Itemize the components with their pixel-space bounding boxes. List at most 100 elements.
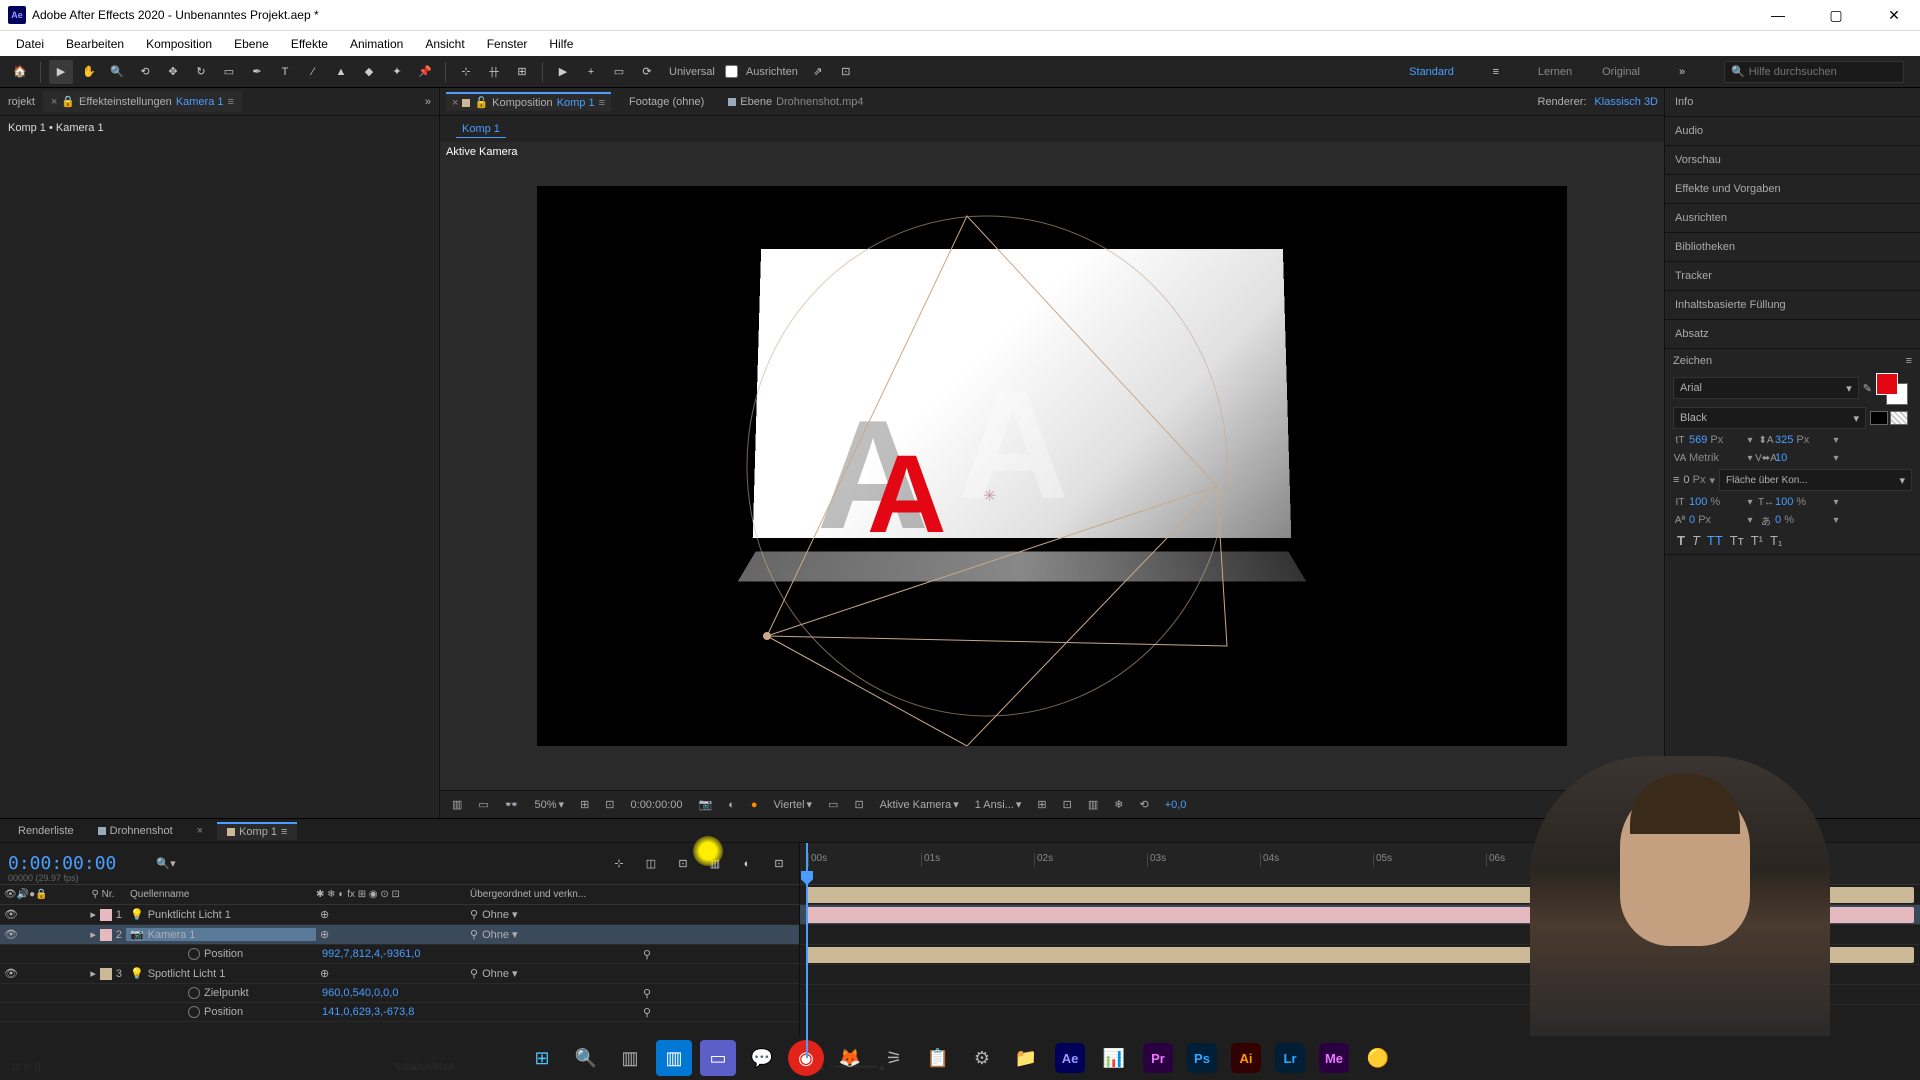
panel-effekte-und-vorgaben[interactable]: Effekte und Vorgaben (1675, 183, 1910, 195)
ai-icon[interactable]: Ai (1228, 1040, 1264, 1076)
orbit-tool[interactable]: ⟲ (133, 60, 157, 84)
kerning-value[interactable]: Metrik (1689, 452, 1741, 464)
help-search[interactable]: 🔍 (1724, 61, 1904, 83)
ruler-tick[interactable]: 00s (808, 853, 827, 867)
pr-icon[interactable]: Pr (1140, 1040, 1176, 1076)
snap-to-icon[interactable]: ⊡ (834, 60, 858, 84)
app-icon[interactable]: 📋 (920, 1040, 956, 1076)
font-style[interactable]: Black▾ (1673, 407, 1866, 429)
menu-datei[interactable]: Datei (8, 35, 52, 53)
brush-tool[interactable]: ⁄ (301, 60, 325, 84)
comp-tab[interactable]: × 🔓 Komposition Komp 1 ≡ (446, 92, 611, 111)
menu-hilfe[interactable]: Hilfe (541, 35, 581, 53)
view-axis-icon[interactable]: ⊞ (510, 60, 534, 84)
panel-ausrichten[interactable]: Ausrichten (1675, 212, 1910, 224)
home-icon[interactable]: 🏠 (8, 60, 32, 84)
snapshot-icon[interactable]: 📷 (695, 798, 717, 811)
switch-normal[interactable]: ⊕ (320, 909, 329, 921)
app-icon[interactable]: ⚞ (876, 1040, 912, 1076)
text-tool[interactable]: T (273, 60, 297, 84)
workspace-original[interactable]: Original (1602, 66, 1640, 78)
pickwhip-icon[interactable]: ⚲ (470, 928, 478, 941)
comp-crumb[interactable]: Komp 1 (456, 121, 506, 138)
rotate-tool[interactable]: ↻ (189, 60, 213, 84)
tab-komp1[interactable]: Komp 1 ≡ (217, 822, 297, 840)
visibility-toggle[interactable]: 👁 (4, 967, 18, 980)
effect-settings-tab[interactable]: × 🔒 Effekteinstellungen Kamera 1 ≡ (43, 91, 242, 112)
footage-tab[interactable]: Footage (ohne) (623, 94, 710, 110)
font-family[interactable]: Arial▾ (1673, 377, 1859, 399)
leading-value[interactable]: 325 Px (1775, 434, 1827, 446)
workspace-more-icon[interactable]: » (1670, 60, 1694, 84)
minimize-button[interactable]: — (1760, 0, 1796, 30)
footer-icon[interactable]: ⊞ (576, 798, 593, 811)
footer-icon[interactable]: 👓 (501, 798, 523, 811)
panel-info[interactable]: Info (1675, 96, 1910, 108)
tab-close[interactable]: × (187, 823, 213, 839)
twirl-icon[interactable]: ▸ (90, 908, 96, 921)
snap-icon[interactable]: ⇗ (806, 60, 830, 84)
puppet-tool[interactable]: 📌 (413, 60, 437, 84)
help-search-input[interactable] (1749, 66, 1897, 78)
color-icon[interactable]: ● (747, 799, 762, 811)
panel-zeichen[interactable]: Zeichen≡ (1673, 355, 1912, 367)
refresh-icon[interactable]: ⟳ (635, 60, 659, 84)
menu-ebene[interactable]: Ebene (226, 35, 277, 53)
tl-head-icon[interactable]: ⊡ (767, 852, 791, 876)
stopwatch-icon[interactable] (188, 948, 200, 960)
footer-icon[interactable]: ⊡ (601, 798, 618, 811)
eyedropper-icon[interactable]: ✎ (1863, 382, 1872, 395)
property-name[interactable]: Zielpunkt (204, 987, 249, 999)
footer-icon[interactable]: ▥ (1084, 798, 1102, 811)
property-value[interactable]: 992,7,812,4,-9361,0 (316, 948, 420, 960)
pan-behind-tool[interactable]: ✥ (161, 60, 185, 84)
edit-icon[interactable]: ▭ (607, 60, 631, 84)
timecode[interactable]: 0:00:00:00 (8, 853, 116, 874)
stroke-order[interactable]: Fläche über Kon...▾ (1719, 469, 1912, 491)
local-axis-icon[interactable]: ⊹ (454, 60, 478, 84)
property-name[interactable]: Position (204, 1006, 243, 1018)
renderer-value[interactable]: Klassisch 3D (1594, 96, 1658, 108)
hscale-value[interactable]: 100 % (1775, 496, 1827, 508)
footer-icon[interactable]: ⟲ (1135, 798, 1152, 811)
zoom-tool[interactable]: 🔍 (105, 60, 129, 84)
playhead[interactable] (806, 843, 808, 1058)
menu-fenster[interactable]: Fenster (479, 35, 536, 53)
footer-icon[interactable]: ⊡ (1059, 798, 1076, 811)
layer-name[interactable]: Spotlicht Licht 1 (148, 968, 226, 980)
world-axis-icon[interactable]: 卄 (482, 60, 506, 84)
app-icon[interactable]: ▥ (656, 1040, 692, 1076)
parent-icon[interactable]: ⚲ (92, 889, 99, 900)
stopwatch-icon[interactable] (188, 987, 200, 999)
italic-button[interactable]: T (1692, 533, 1700, 548)
stopwatch-icon[interactable] (188, 1006, 200, 1018)
panel-absatz[interactable]: Absatz (1675, 328, 1910, 340)
ruler-tick[interactable]: 04s (1260, 853, 1279, 867)
app-icon[interactable]: 🟡 (1360, 1040, 1396, 1076)
bold-button[interactable]: T (1677, 533, 1685, 548)
tl-head-icon[interactable]: ◫ (639, 852, 663, 876)
panel-audio[interactable]: Audio (1675, 125, 1910, 137)
align-checkbox[interactable] (725, 65, 738, 78)
layer-name[interactable]: Punktlicht Licht 1 (148, 909, 231, 921)
clone-tool[interactable]: ▲ (329, 60, 353, 84)
windows-start[interactable]: ⊞ (524, 1040, 560, 1076)
me-icon[interactable]: Me (1316, 1040, 1352, 1076)
explorer-icon[interactable]: 📁 (1008, 1040, 1044, 1076)
vscale-value[interactable]: 100 % (1689, 496, 1741, 508)
parent-dropdown[interactable]: Ohne ▾ (482, 908, 518, 921)
font-size-value[interactable]: 569 Px (1689, 434, 1741, 446)
footer-icon[interactable]: ❄ (1110, 798, 1127, 811)
timeline-layer[interactable]: 👁 ▸1 💡Punktlicht Licht 1 ⊕ ⚲Ohne ▾ (0, 905, 799, 925)
task-view[interactable]: ▥ (612, 1040, 648, 1076)
zoom-dropdown[interactable]: 50% ▾ (531, 798, 569, 811)
stroke-width-value[interactable]: 0 Px (1683, 474, 1705, 486)
add-icon[interactable]: + (579, 60, 603, 84)
view-dropdown[interactable]: Aktive Kamera ▾ (876, 798, 963, 811)
switch-normal[interactable]: ⊕ (320, 968, 329, 980)
views-count[interactable]: 1 Ansi... ▾ (971, 798, 1026, 811)
panel-inhaltsbasierte-füllung[interactable]: Inhaltsbasierte Füllung (1675, 299, 1910, 311)
pickwhip-icon[interactable]: ⚲ (470, 967, 478, 980)
ruler-tick[interactable]: 05s (1373, 853, 1392, 867)
switch-normal[interactable]: ⊕ (320, 929, 329, 941)
